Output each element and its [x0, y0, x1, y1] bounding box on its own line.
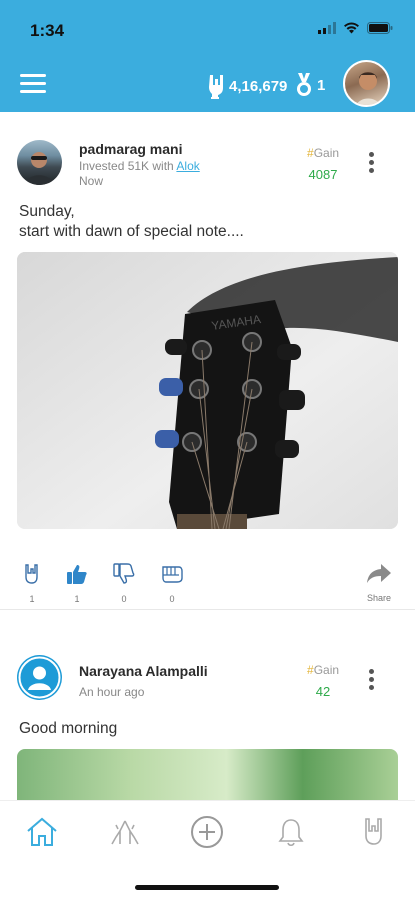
menu-button[interactable] [20, 74, 46, 96]
fist-icon [162, 566, 183, 583]
gain-badge: #Gain 4087 [307, 146, 339, 182]
tab-pray[interactable] [108, 815, 142, 849]
add-circle-icon [191, 816, 223, 848]
home-indicator [135, 885, 279, 890]
dot-icon [368, 669, 374, 674]
post-meta: Invested 51K with Alok Now [79, 159, 200, 189]
medal-icon [297, 73, 311, 96]
signal-icon [318, 22, 336, 34]
post-text-line: Sunday, [19, 203, 75, 220]
share-arrow-icon [367, 564, 391, 583]
rock-reaction-button[interactable]: 1 [20, 563, 44, 604]
hash-icon: # [307, 146, 314, 160]
user-placeholder-icon [18, 656, 61, 699]
gain-label: Gain [313, 663, 340, 677]
punch-button[interactable]: 0 [160, 563, 184, 604]
bell-icon [278, 819, 304, 847]
more-options-button[interactable] [366, 669, 376, 693]
author-avatar[interactable] [17, 655, 62, 700]
dot-icon [368, 160, 374, 165]
post-actions: 1 1 0 0 Share [0, 529, 415, 609]
tab-add-post[interactable] [190, 815, 224, 849]
medals-value: 1 [317, 76, 326, 94]
wifi-icon [344, 22, 359, 34]
coins-value: 4,16,679 [229, 77, 288, 95]
post-divider [0, 609, 415, 619]
author-name[interactable]: Narayana Alampalli [79, 663, 208, 679]
invested-text: Invested 51K with [79, 159, 177, 173]
rock-hand-icon [209, 75, 223, 99]
post-text: Good morning [19, 720, 118, 737]
tab-notifications[interactable] [274, 815, 308, 849]
dislike-button[interactable]: 0 [112, 563, 136, 604]
gain-value: 42 [315, 684, 331, 699]
dot-icon [368, 152, 374, 157]
feed[interactable]: padmarag mani Invested 51K with Alok Now… [0, 112, 415, 800]
more-options-button[interactable] [366, 152, 376, 176]
hash-icon: # [307, 663, 314, 677]
author-name[interactable]: padmarag mani [79, 141, 182, 157]
profile-avatar[interactable] [343, 60, 390, 107]
author-avatar[interactable] [17, 140, 62, 185]
hamburger-line [20, 74, 46, 77]
post-image[interactable]: YAMAHA [17, 252, 398, 529]
medals-count[interactable]: 1 [296, 73, 325, 97]
dislike-count: 0 [121, 594, 127, 604]
rock-hand-icon [25, 564, 38, 584]
tab-rock[interactable] [357, 815, 391, 849]
share-button[interactable]: Share [364, 563, 394, 603]
guitar-photo: YAMAHA [17, 252, 398, 529]
like-button[interactable]: 1 [65, 563, 89, 604]
invested-with-link[interactable]: Alok [176, 159, 199, 173]
post-text: Sunday, start with dawn of special note.… [0, 192, 415, 242]
avatar-photo [356, 72, 381, 105]
post: padmarag mani Invested 51K with Alok Now… [0, 112, 415, 619]
hamburger-line [20, 82, 46, 85]
punch-count: 0 [169, 594, 175, 604]
rock-count: 1 [29, 594, 35, 604]
gain-label: Gain [313, 146, 340, 160]
status-time: 1:34 [30, 21, 65, 40]
like-count: 1 [74, 594, 80, 604]
coins-balance[interactable]: 4,16,679 [207, 73, 287, 99]
post-text-line: start with dawn of special note.... [19, 223, 244, 240]
post-image[interactable] [17, 749, 398, 800]
rock-hand-icon [365, 818, 382, 845]
post-time: An hour ago [79, 685, 145, 699]
thumbs-down-icon [113, 563, 135, 584]
hamburger-line [20, 90, 46, 93]
battery-icon [367, 22, 393, 34]
nav-bar: 4,16,679 1 [0, 60, 415, 112]
post-header: Narayana Alampalli An hour ago #Gain 42 [0, 619, 415, 703]
post: Narayana Alampalli An hour ago #Gain 42 … [0, 619, 415, 800]
praying-hands-icon [111, 820, 139, 845]
dot-icon [368, 677, 374, 682]
post-time: Now [79, 174, 104, 188]
gain-value: 4087 [308, 167, 338, 182]
gain-badge: #Gain 42 [307, 663, 339, 699]
post-header: padmarag mani Invested 51K with Alok Now… [0, 112, 415, 192]
thumbs-up-icon [67, 565, 87, 584]
tab-home[interactable] [25, 815, 59, 849]
home-icon [27, 817, 57, 846]
dot-icon [368, 168, 374, 173]
share-label: Share [366, 593, 392, 603]
dot-icon [368, 685, 374, 690]
status-icons [318, 22, 393, 34]
top-bar: 1:34 4,16,679 1 [0, 0, 415, 112]
avatar-photo [25, 152, 54, 185]
